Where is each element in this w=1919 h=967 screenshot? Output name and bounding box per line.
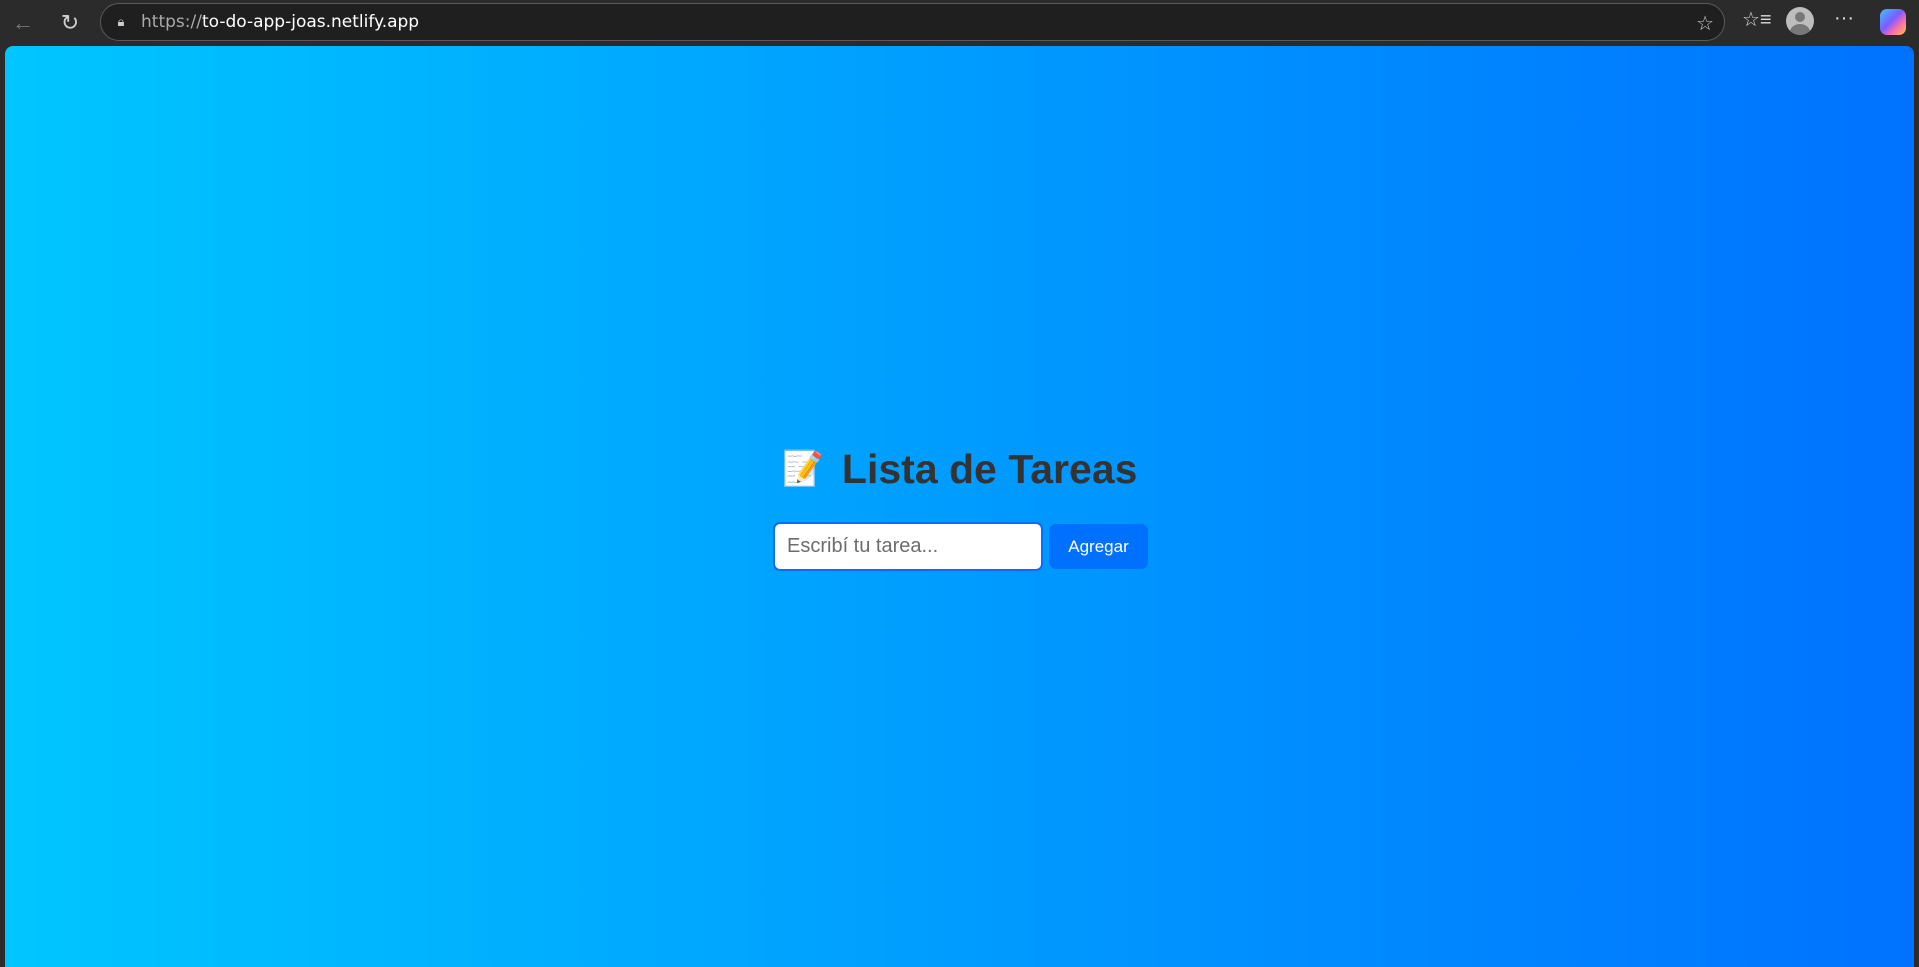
add-task-form: Agregar [773, 522, 1148, 571]
browser-toolbar: ← ↻ 🔒︎ https://to-do-app-joas.netlify.ap… [0, 0, 1919, 46]
back-icon[interactable]: ← [8, 8, 38, 38]
add-button[interactable]: Agregar [1049, 524, 1148, 569]
reload-icon[interactable]: ↻ [55, 8, 85, 38]
app-page: 📝Lista de Tareas Agregar [5, 46, 1914, 967]
lock-icon[interactable]: 🔒︎ [113, 14, 129, 30]
url-text[interactable]: https://to-do-app-joas.netlify.app [141, 12, 419, 32]
task-input[interactable] [773, 522, 1043, 571]
page-title: 📝 Lista de Tareas [781, 446, 1138, 492]
profile-avatar[interactable] [1786, 7, 1814, 35]
address-bar[interactable]: 🔒︎ https://to-do-app-joas.netlify.app ☆ [100, 3, 1725, 41]
star-icon[interactable]: ☆ [1696, 11, 1714, 36]
memo-icon: 📝 [781, 450, 824, 488]
more-icon[interactable]: ··· [1834, 7, 1854, 30]
favorites-icon[interactable]: ☆≡ [1742, 7, 1772, 32]
copilot-icon[interactable] [1880, 9, 1906, 35]
